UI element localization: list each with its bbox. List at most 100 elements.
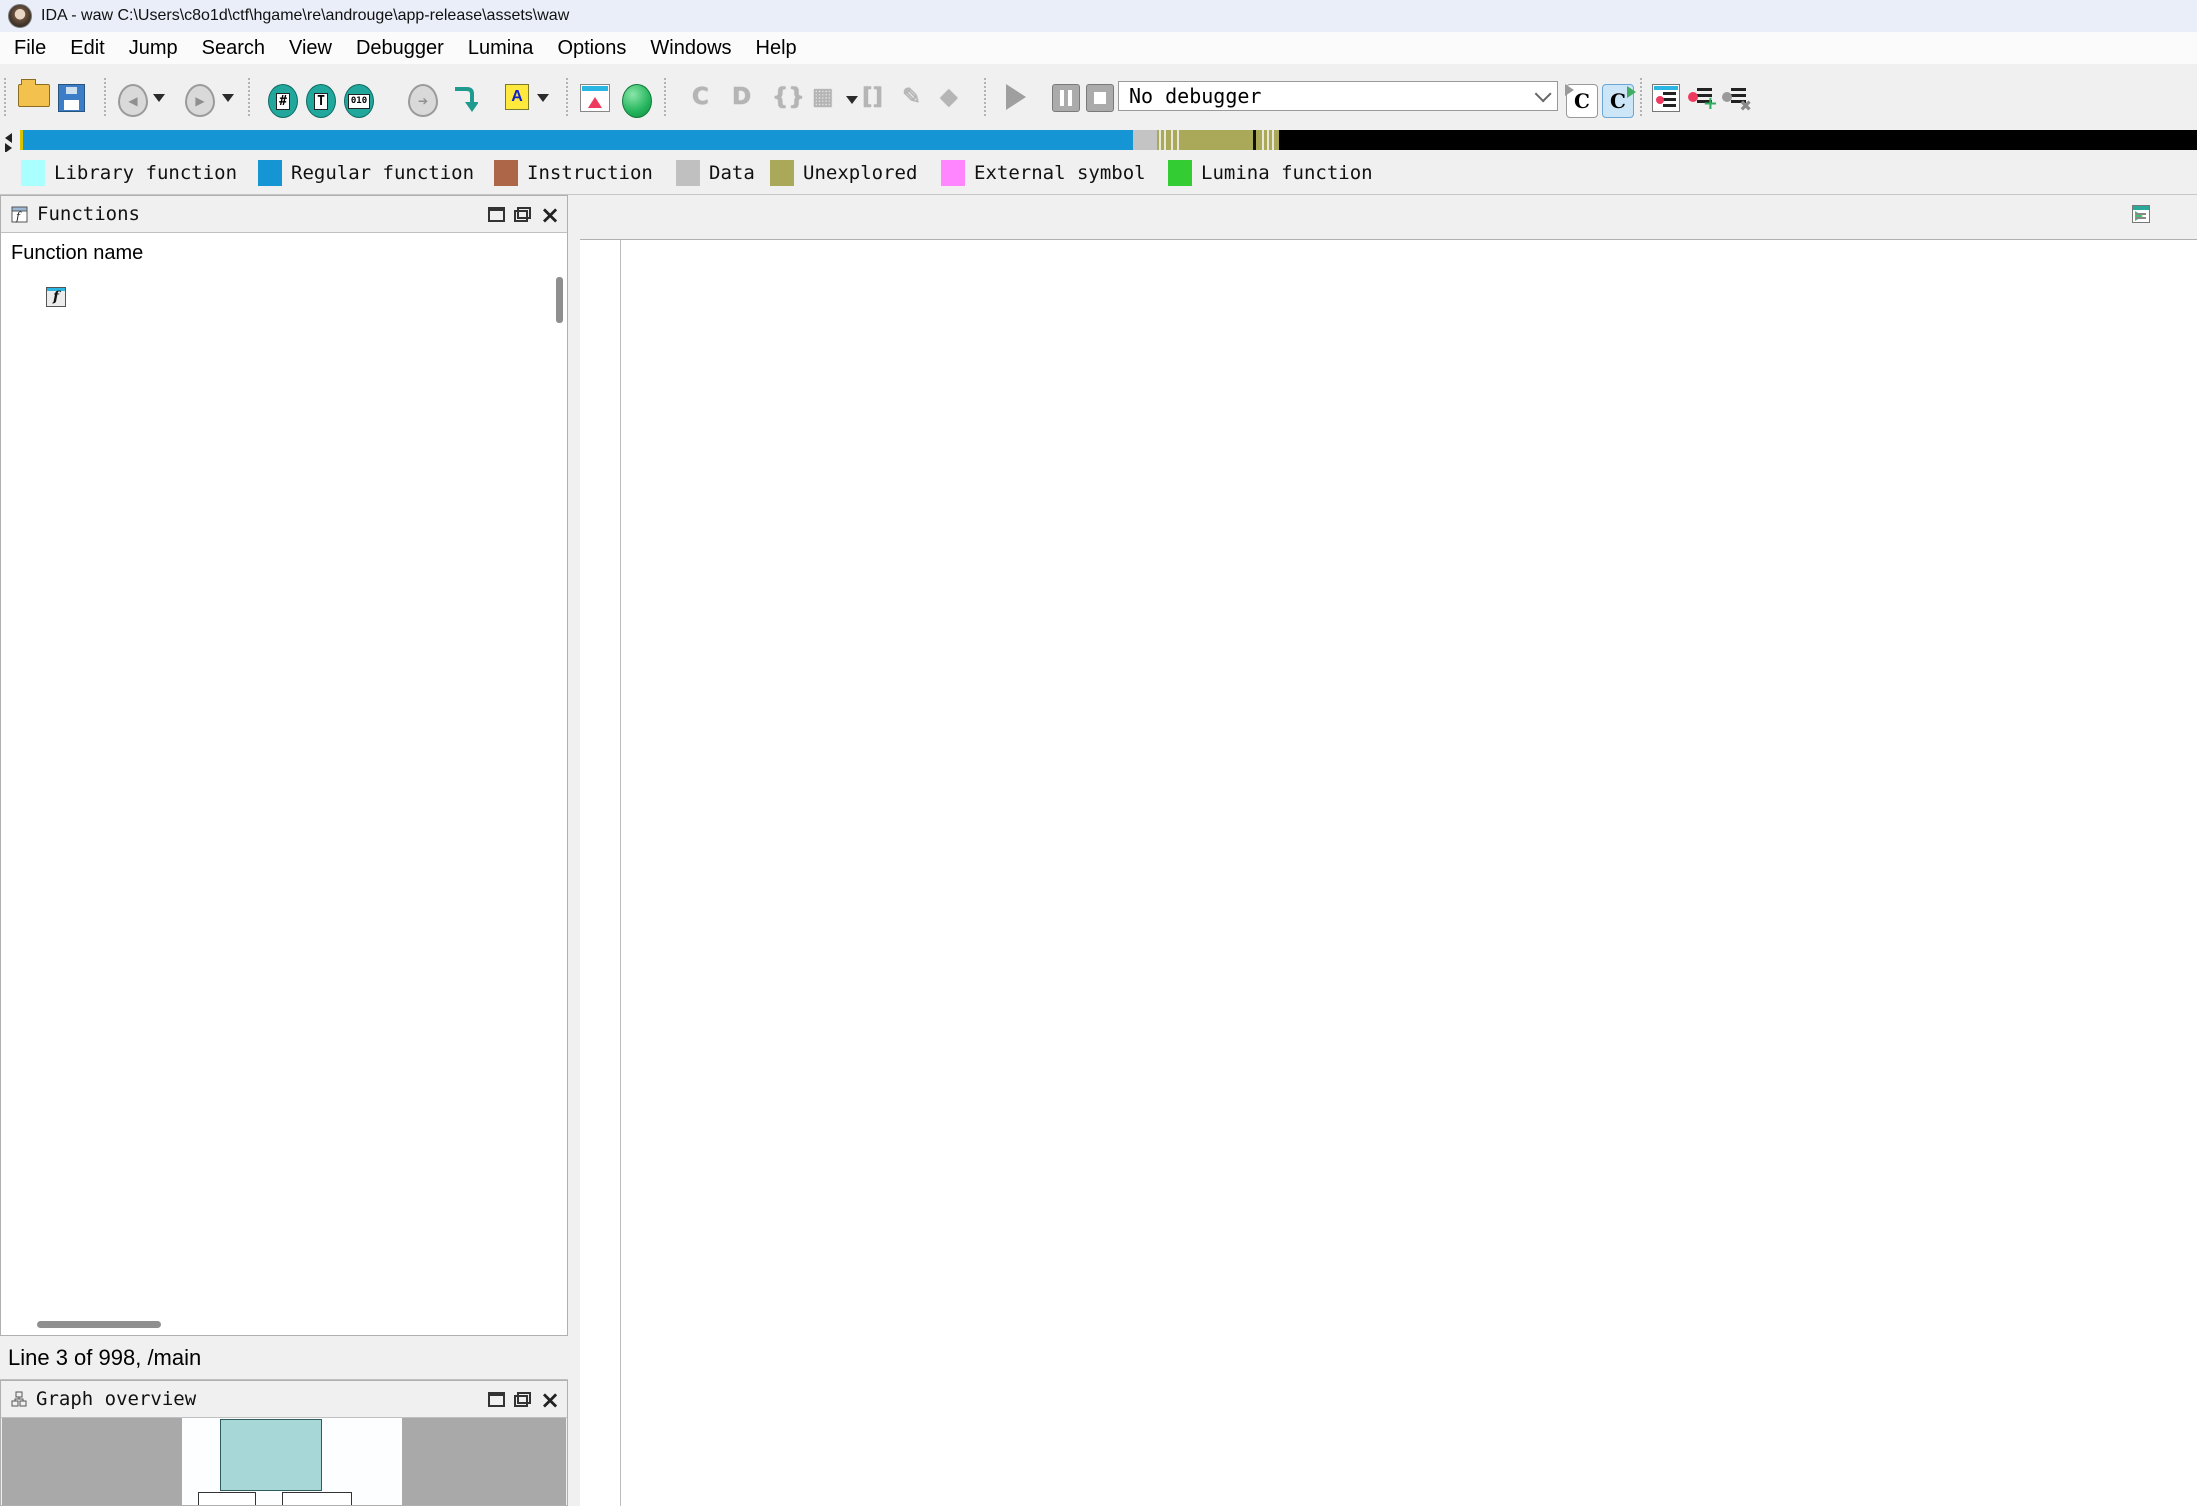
array-button[interactable]: ▦ <box>812 84 834 110</box>
legend-label: Unexplored <box>803 162 917 184</box>
navigation-band[interactable] <box>0 128 2197 152</box>
functions-horizontal-scrollbar[interactable] <box>37 1321 161 1328</box>
functions-list <box>2 273 550 1313</box>
jump-forward-button[interactable]: ➔ <box>408 84 438 117</box>
toolbar-separator <box>4 78 8 116</box>
ida-app-icon <box>8 4 32 28</box>
c-run-icon: C <box>1602 84 1634 118</box>
breakpoint-list-button[interactable] <box>1652 84 1680 112</box>
menu-item-debugger[interactable]: Debugger <box>344 37 456 60</box>
toolbar-separator <box>104 78 108 116</box>
braces-button[interactable]: {} <box>772 84 805 110</box>
menu-item-jump[interactable]: Jump <box>117 37 190 60</box>
functions-panel-header: f Functions <box>1 196 567 233</box>
function-list-item[interactable] <box>2 284 550 310</box>
close-icon[interactable] <box>540 207 557 222</box>
close-icon[interactable] <box>540 1392 557 1407</box>
toolbar-separator <box>664 78 668 116</box>
debugger-stop-button[interactable] <box>1086 84 1114 112</box>
jump-to-name-button[interactable]: T <box>306 84 336 118</box>
legend-swatch <box>941 160 965 186</box>
undefine-button[interactable]: ◆ <box>940 84 958 110</box>
legend-swatch <box>1168 160 1192 186</box>
legend-item: Lumina function <box>1168 160 1373 186</box>
save-button[interactable] <box>58 84 85 112</box>
jump-in-function-button[interactable] <box>452 84 478 114</box>
toolbar-separator <box>248 78 252 116</box>
create-data-button[interactable]: D <box>732 84 751 110</box>
binary-orb-icon: 010 <box>344 84 374 118</box>
analysis-options-button[interactable]: A <box>505 84 529 110</box>
navband-dark-line <box>1253 130 1256 150</box>
navband-segment <box>1157 130 1279 150</box>
disable-breakpoint-button[interactable]: ✖ <box>1722 84 1748 110</box>
menu-item-view[interactable]: View <box>277 37 344 60</box>
graph-overview-panel: Graph overview <box>0 1380 568 1506</box>
breakpoint-disable-icon: ✖ <box>1722 84 1748 110</box>
pseudocode-view[interactable] <box>580 240 2197 1506</box>
title-bar: IDA - waw C:\Users\c8o1d\ctf\hgame\re\an… <box>0 0 2197 32</box>
graph-overview-title: Graph overview <box>36 1388 196 1410</box>
c-attach-icon: C <box>1566 84 1598 118</box>
lumina-button[interactable] <box>622 84 652 118</box>
debugger-start-button[interactable] <box>1006 84 1026 110</box>
functions-vertical-scrollbar[interactable] <box>556 277 563 323</box>
menu-item-windows[interactable]: Windows <box>638 37 743 60</box>
restore-icon[interactable] <box>514 1392 531 1407</box>
open-file-button[interactable] <box>18 84 50 107</box>
navband-stripe <box>1164 130 1166 150</box>
navband-icon <box>580 84 610 112</box>
menu-item-search[interactable]: Search <box>190 37 277 60</box>
legend-label: Instruction <box>527 162 653 184</box>
graph-viewport-rect[interactable] <box>220 1419 322 1491</box>
edit-button[interactable]: ✎ <box>902 84 921 110</box>
status-text: Line 3 of 998, /main <box>8 1345 201 1371</box>
navband-stripe <box>1272 130 1274 150</box>
jump-to-address-button[interactable]: # <box>268 84 298 118</box>
braces-icon: {} <box>772 84 805 110</box>
menu-item-edit[interactable]: Edit <box>58 37 116 60</box>
navband-segment <box>1133 130 1157 150</box>
functions-panel: f Functions Function name <box>0 195 568 1336</box>
navband-toggle-button[interactable] <box>580 84 610 112</box>
save-floppy-icon <box>58 84 85 112</box>
debugger-pause-button[interactable] <box>1052 84 1080 112</box>
windows-list-button[interactable] <box>2132 205 2150 223</box>
navigate-back-button[interactable]: ◀ <box>118 84 148 117</box>
menu-item-file[interactable]: File <box>2 37 58 60</box>
navband-left-arrow[interactable] <box>5 133 12 143</box>
debugger-selector[interactable]: No debugger <box>1118 81 1558 111</box>
back-history-dropdown[interactable] <box>153 94 165 102</box>
maximize-icon[interactable] <box>488 207 505 222</box>
menu-item-help[interactable]: Help <box>744 37 809 60</box>
back-arrow-icon: ◀ <box>118 84 148 117</box>
menu-item-options[interactable]: Options <box>545 37 638 60</box>
attach-process-button[interactable]: C <box>1566 84 1598 118</box>
jump-to-binary-button[interactable]: 010 <box>344 84 374 118</box>
function-name-column-header[interactable]: Function name <box>1 233 567 265</box>
maximize-icon[interactable] <box>488 1392 505 1407</box>
brackets-button[interactable]: [] <box>862 84 883 110</box>
create-struct-button[interactable]: C <box>692 84 709 110</box>
window-list-icon <box>2132 205 2150 223</box>
chevron-down-icon <box>537 94 549 102</box>
menu-item-lumina[interactable]: Lumina <box>456 37 546 60</box>
editor-tab-bar <box>580 195 2197 240</box>
chevron-down-icon <box>1535 85 1552 102</box>
navband-segment <box>1279 130 2197 150</box>
navband-stripe <box>1262 130 1264 150</box>
restore-icon[interactable] <box>514 207 531 222</box>
graph-overview-canvas[interactable] <box>2 1418 566 1505</box>
navband-stripe <box>1171 130 1173 150</box>
add-breakpoint-button[interactable]: + <box>1688 84 1714 110</box>
analysis-dropdown[interactable] <box>537 94 549 102</box>
run-until-return-button[interactable]: C <box>1602 84 1634 118</box>
hash-orb-icon: # <box>268 84 298 118</box>
breakpoint-list-icon <box>1652 84 1680 112</box>
navigate-forward-button[interactable]: ▶ <box>185 84 215 117</box>
legend-swatch <box>770 160 794 186</box>
navband-stripe <box>1177 130 1179 150</box>
forward-history-dropdown[interactable] <box>222 94 234 102</box>
legend-label: External symbol <box>974 162 1146 184</box>
array-dropdown[interactable] <box>846 96 858 104</box>
